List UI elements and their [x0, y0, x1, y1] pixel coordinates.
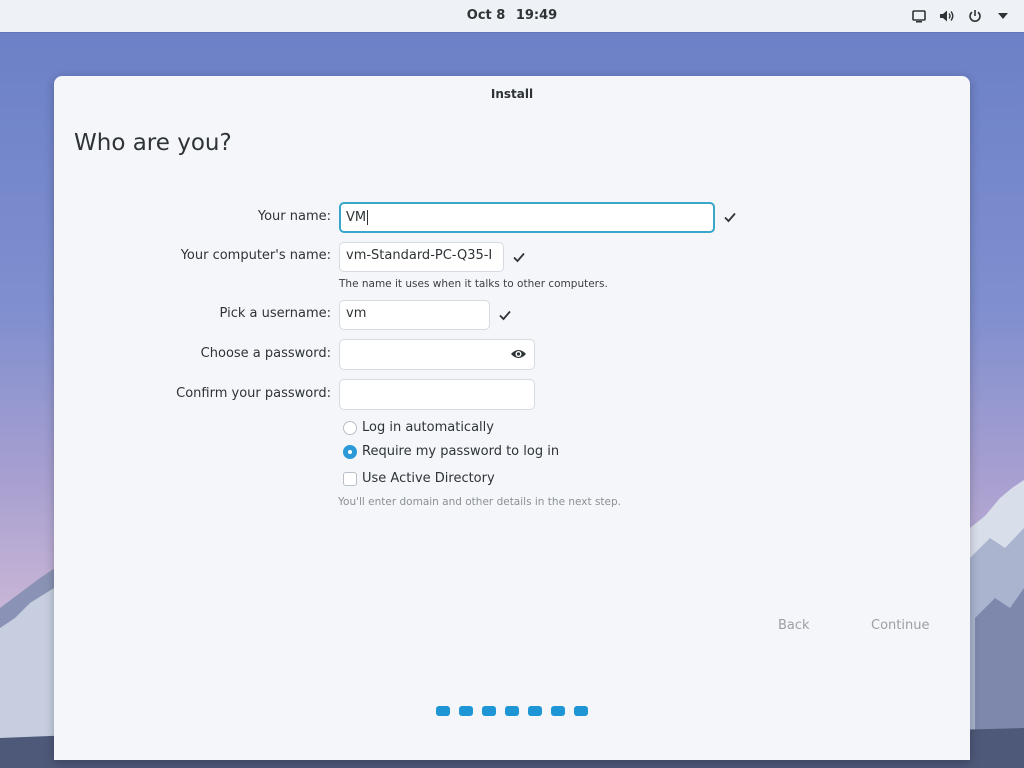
confirm-password-input[interactable] — [339, 379, 535, 410]
log-in-automatically-radio[interactable] — [343, 421, 357, 435]
volume-icon[interactable] — [938, 7, 956, 25]
progress-dot — [528, 706, 542, 716]
computer-name-valid-check-icon — [513, 252, 525, 263]
page-title: Who are you? — [74, 130, 232, 156]
active-directory-label[interactable]: Use Active Directory — [362, 471, 495, 486]
window-title: Install — [490, 87, 534, 101]
computer-name-label: Your computer's name: — [180, 248, 331, 263]
clock-date: Oct 8 — [466, 8, 506, 23]
system-tray[interactable] — [910, 0, 1012, 32]
active-directory-hint: You'll enter domain and other details in… — [338, 496, 622, 508]
progress-dot — [436, 706, 450, 716]
your-name-label: Your name: — [257, 209, 331, 224]
confirm-password-label: Confirm your password: — [176, 386, 331, 401]
show-password-eye-icon[interactable] — [510, 348, 527, 360]
username-label: Pick a username: — [219, 306, 331, 321]
progress-dot — [505, 706, 519, 716]
top-bar: Oct 8 19:49 — [0, 0, 1024, 32]
require-password-radio[interactable] — [343, 445, 357, 459]
progress-dot — [551, 706, 565, 716]
progress-indicator — [436, 706, 588, 716]
require-password-label[interactable]: Require my password to log in — [362, 444, 559, 459]
text-caret — [367, 210, 369, 225]
your-name-input[interactable]: VM — [339, 202, 715, 233]
progress-dot — [459, 706, 473, 716]
progress-dot — [574, 706, 588, 716]
log-in-automatically-label[interactable]: Log in automatically — [362, 420, 494, 435]
username-valid-check-icon — [499, 310, 511, 321]
continue-button[interactable]: Continue — [871, 618, 929, 633]
menu-arrow-icon[interactable] — [994, 7, 1012, 25]
back-button[interactable]: Back — [778, 618, 810, 633]
clock[interactable]: Oct 8 19:49 — [0, 0, 1024, 32]
display-icon[interactable] — [910, 7, 928, 25]
power-icon[interactable] — [966, 7, 984, 25]
active-directory-checkbox[interactable] — [343, 472, 357, 486]
clock-time: 19:49 — [515, 8, 558, 23]
password-label: Choose a password: — [200, 346, 331, 361]
your-name-value: VM — [346, 210, 367, 225]
computer-name-input[interactable]: vm-Standard-PC-Q35-I — [339, 242, 504, 272]
password-input[interactable] — [339, 339, 535, 370]
progress-dot — [482, 706, 496, 716]
your-name-valid-check-icon — [724, 212, 736, 223]
installer-window: Install Who are you? Your name: VM Your … — [54, 76, 970, 760]
username-input[interactable]: vm — [339, 300, 490, 330]
computer-name-hint: The name it uses when it talks to other … — [339, 278, 608, 290]
